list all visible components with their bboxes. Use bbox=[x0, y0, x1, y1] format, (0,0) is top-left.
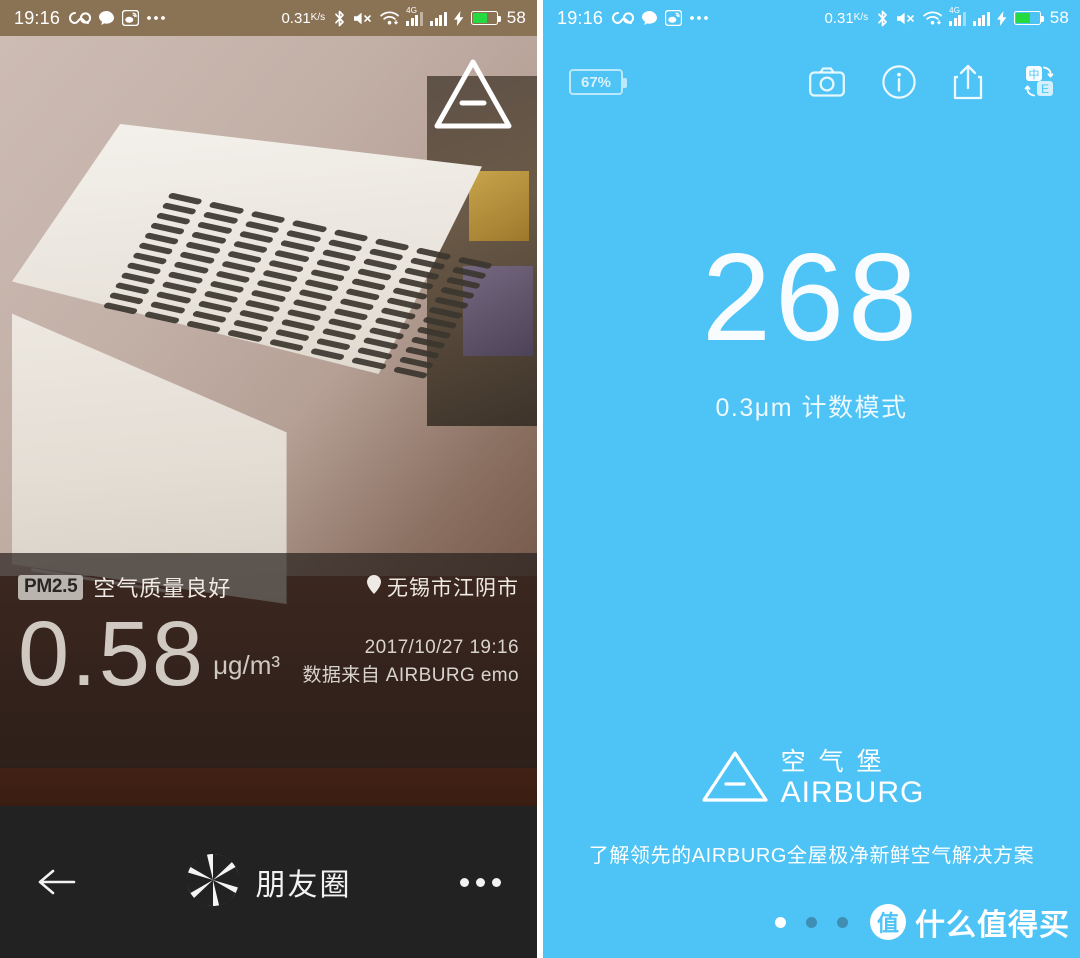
watermark-badge: 值 bbox=[870, 904, 906, 940]
svg-text:E: E bbox=[1041, 82, 1049, 96]
share-to-moments-button[interactable]: 朋友圈 bbox=[84, 853, 453, 912]
wifi-icon bbox=[923, 11, 943, 26]
bluetooth-icon bbox=[876, 10, 889, 27]
chat-bubble-icon bbox=[641, 10, 658, 26]
network-speed-unit: K/s bbox=[853, 11, 869, 23]
device-toolbar: 67% 中 E bbox=[543, 52, 1080, 112]
info-meta: 2017/10/27 19:16 数据来自 AIRBURG emo bbox=[303, 634, 520, 689]
location-text: 无锡市江阴市 bbox=[387, 577, 519, 600]
pagination-dot-2[interactable] bbox=[806, 917, 817, 928]
airburg-triangle-logo bbox=[699, 748, 771, 811]
device-battery-label: 67% bbox=[580, 73, 612, 91]
info-icon[interactable] bbox=[882, 65, 916, 99]
pm25-unit: μg/m³ bbox=[213, 650, 281, 681]
watermark-text: 什么值得买 bbox=[915, 909, 1070, 942]
more-options-button[interactable] bbox=[453, 855, 507, 909]
measurement-timestamp: 2017/10/27 19:16 bbox=[364, 637, 519, 659]
brand-logo-row: 空气堡 AIRBURG bbox=[699, 748, 925, 811]
brand-name-en: AIRBURG bbox=[780, 776, 925, 810]
brand-names: 空气堡 AIRBURG bbox=[781, 750, 925, 809]
air-purifier-device bbox=[12, 124, 493, 624]
battery-icon bbox=[1013, 11, 1044, 25]
status-bar-right: 19:16 0.31K/s 4G 58 bbox=[543, 0, 1080, 36]
more-dots-icon bbox=[146, 15, 166, 21]
back-button[interactable] bbox=[30, 855, 84, 909]
location-row: 无锡市江阴市 bbox=[367, 572, 519, 602]
particle-count-value: 268 bbox=[702, 229, 921, 367]
lte-label: 4G bbox=[406, 5, 418, 15]
toolbar-actions: 中 E bbox=[809, 64, 1058, 100]
air-quality-text: 空气质量良好 bbox=[93, 576, 232, 601]
airburg-triangle-logo bbox=[431, 56, 515, 134]
infinity-icon bbox=[69, 11, 92, 25]
network-speed-value: 0.31 bbox=[281, 9, 311, 27]
battery-icon bbox=[470, 11, 501, 25]
signal-icon bbox=[972, 11, 990, 26]
network-speed-unit: K/s bbox=[310, 11, 326, 23]
signal-icon bbox=[429, 11, 447, 26]
4g-signal-icon: 4G bbox=[949, 6, 966, 26]
measurement-source: 数据来自 AIRBURG emo bbox=[302, 664, 519, 686]
signal-bars bbox=[429, 11, 447, 26]
network-speed: 0.31K/s bbox=[824, 10, 868, 27]
charging-bolt-icon bbox=[453, 10, 464, 26]
charging-bolt-icon bbox=[996, 10, 1007, 26]
aperture-icon bbox=[186, 853, 240, 912]
particle-mode-label: 0.3μm 计数模式 bbox=[715, 394, 908, 422]
wifi-icon bbox=[380, 11, 400, 26]
location-pin-icon bbox=[367, 574, 381, 600]
left-phone-screen: 19:16 0.31K/s 4G 58 PM2.5 空气质量良好 无锡市江阴市 … bbox=[0, 0, 537, 958]
svg-text:中: 中 bbox=[1029, 68, 1040, 81]
battery-percent: 58 bbox=[1049, 8, 1069, 27]
mute-icon bbox=[353, 11, 373, 26]
infinity-icon bbox=[612, 11, 635, 25]
battery-percent: 58 bbox=[506, 8, 526, 27]
brand-block: 空气堡 AIRBURG 了解领先的AIRBURG全屋极净新鲜空气解决方案 bbox=[543, 748, 1080, 868]
pagination-dot-3[interactable] bbox=[837, 917, 848, 928]
lte-label: 4G bbox=[949, 5, 961, 15]
mute-icon bbox=[896, 11, 916, 26]
pagination-dot-1[interactable] bbox=[775, 917, 786, 928]
pm25-badge: PM2.5 bbox=[18, 574, 84, 600]
share-bottom-bar: 朋友圈 bbox=[0, 806, 537, 958]
more-dots-icon bbox=[689, 15, 709, 21]
weibo-icon bbox=[665, 10, 683, 26]
share-target-label: 朋友圈 bbox=[255, 869, 352, 902]
dual-screenshot-composite: 19:16 0.31K/s 4G 58 PM2.5 空气质量良好 无锡市江阴市 … bbox=[0, 0, 1080, 958]
status-time: 19:16 bbox=[14, 7, 61, 28]
right-phone-screen: 19:16 0.31K/s 4G 58 67% 中 E 268 0.3μm 计数… bbox=[543, 0, 1080, 958]
device-battery-indicator: 67% bbox=[569, 69, 627, 95]
watermark: 值 什么值得买 bbox=[870, 900, 1070, 944]
network-speed-value: 0.31 bbox=[824, 9, 854, 27]
camera-icon[interactable] bbox=[809, 67, 845, 97]
info-value-row: 0.58 μg/m³ 2017/10/27 19:16 数据来自 AIRBURG… bbox=[18, 603, 520, 705]
network-speed: 0.31K/s bbox=[281, 10, 325, 27]
air-quality-info-overlay: PM2.5 空气质量良好 无锡市江阴市 0.58 μg/m³ 2017/10/2… bbox=[0, 553, 537, 768]
pm25-value: 0.58 bbox=[18, 603, 206, 705]
status-bar-left: 19:16 0.31K/s 4G 58 bbox=[0, 0, 537, 36]
4g-signal-icon: 4G bbox=[406, 6, 423, 26]
status-time: 19:16 bbox=[557, 7, 604, 28]
weibo-icon bbox=[122, 10, 140, 26]
signal-bars bbox=[972, 11, 990, 26]
info-header-row: PM2.5 空气质量良好 无锡市江阴市 bbox=[18, 571, 519, 603]
bluetooth-icon bbox=[333, 10, 346, 27]
chat-bubble-icon bbox=[98, 10, 115, 26]
brand-tagline[interactable]: 了解领先的AIRBURG全屋极净新鲜空气解决方案 bbox=[543, 839, 1080, 868]
language-toggle-icon[interactable]: 中 E bbox=[1020, 64, 1058, 100]
particle-reading: 268 0.3μm 计数模式 bbox=[543, 236, 1080, 424]
share-icon[interactable] bbox=[953, 64, 983, 100]
brand-name-cn: 空气堡 bbox=[780, 748, 895, 777]
